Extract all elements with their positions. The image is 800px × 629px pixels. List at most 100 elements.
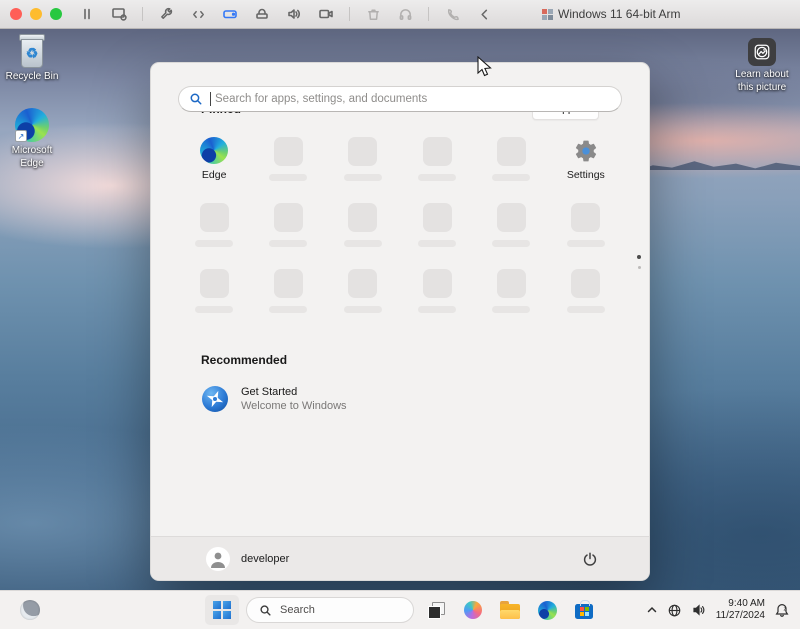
placeholder-label-bar: [195, 306, 233, 313]
headphones-icon[interactable]: [396, 5, 414, 23]
placeholder-label-bar: [344, 306, 382, 313]
pinned-app-placeholder[interactable]: [326, 269, 400, 313]
placeholder-label-bar: [492, 240, 530, 247]
desktop-icon-recycle-bin[interactable]: ♻ Recycle Bin: [0, 34, 64, 84]
pinned-app-placeholder[interactable]: [326, 137, 400, 181]
start-menu-footer: developer: [151, 536, 649, 580]
placeholder-label-bar: [567, 240, 605, 247]
pinned-app-placeholder[interactable]: [251, 137, 325, 181]
network-globe-icon[interactable]: [667, 603, 682, 618]
pinned-app-settings[interactable]: Settings: [549, 137, 623, 181]
start-button[interactable]: [205, 595, 239, 625]
placeholder-tile-icon: [348, 137, 377, 166]
snapshots-icon[interactable]: [110, 5, 128, 23]
toolbar-divider: [349, 7, 350, 21]
start-search-input[interactable]: [213, 92, 611, 106]
placeholder-tile-icon: [571, 269, 600, 298]
user-profile-button[interactable]: developer: [206, 547, 289, 571]
placeholder-tile-icon: [274, 137, 303, 166]
pinned-app-placeholder[interactable]: [326, 203, 400, 247]
pinned-app-label: Settings: [567, 169, 605, 181]
search-icon: [189, 92, 203, 106]
tray-time: 9:40 AM: [716, 598, 765, 611]
recommended-section-title: Recommended: [201, 353, 287, 367]
task-view-button[interactable]: [421, 595, 451, 625]
zoom-window-button[interactable]: [50, 8, 62, 20]
get-started-icon: [201, 385, 229, 413]
pinned-app-placeholder[interactable]: [400, 137, 474, 181]
settings-gear-icon: [573, 138, 599, 164]
edge-icon: [538, 601, 557, 620]
copilot-button[interactable]: [458, 595, 488, 625]
windows-logo-icon: [213, 601, 231, 619]
phone-icon[interactable]: [443, 5, 461, 23]
pinned-app-placeholder[interactable]: [400, 203, 474, 247]
placeholder-tile-icon: [423, 269, 452, 298]
start-search-box[interactable]: [178, 86, 622, 112]
start-menu: Pinned All apps › EdgeSettings Recommend…: [150, 62, 650, 581]
pause-vm-icon[interactable]: [78, 5, 96, 23]
taskbar-search-label: Search: [280, 604, 315, 616]
pinned-app-placeholder[interactable]: [177, 203, 251, 247]
svg-text:z: z: [784, 606, 787, 612]
minimize-window-button[interactable]: [30, 8, 42, 20]
settings-wrench-icon[interactable]: [157, 5, 175, 23]
pinned-app-placeholder[interactable]: [474, 137, 548, 181]
hard-disk-icon[interactable]: [221, 5, 239, 23]
placeholder-label-bar: [269, 174, 307, 181]
pinned-app-placeholder[interactable]: [474, 269, 548, 313]
file-explorer-button[interactable]: [495, 595, 525, 625]
recommended-item-get-started[interactable]: Get Started Welcome to Windows: [201, 385, 599, 413]
collapse-toolbar-icon[interactable]: [475, 5, 493, 23]
pinned-app-placeholder[interactable]: [474, 203, 548, 247]
tray-clock[interactable]: 9:40 AM 11/27/2024: [716, 598, 765, 623]
notification-bell-icon[interactable]: z: [774, 602, 790, 618]
desktop-icon-learn-about-picture[interactable]: Learn about this picture: [730, 38, 794, 94]
page-dot-active[interactable]: [637, 255, 641, 259]
volume-icon[interactable]: [691, 602, 707, 618]
placeholder-label-bar: [492, 174, 530, 181]
power-button[interactable]: [577, 546, 603, 572]
tray-chevron-up-icon[interactable]: [646, 604, 658, 616]
camera-icon[interactable]: [317, 5, 335, 23]
placeholder-tile-icon: [348, 269, 377, 298]
pinned-app-placeholder[interactable]: [251, 269, 325, 313]
desktop-icon-microsoft-edge[interactable]: ↗ Microsoft Edge: [0, 108, 64, 170]
task-view-icon: [428, 602, 445, 619]
desktop-icon-label: Microsoft Edge: [0, 145, 64, 170]
code-console-icon[interactable]: [189, 5, 207, 23]
placeholder-label-bar: [418, 174, 456, 181]
pinned-app-placeholder[interactable]: [549, 203, 623, 247]
placeholder-label-bar: [418, 306, 456, 313]
taskbar-search-box[interactable]: Search: [246, 597, 414, 623]
placeholder-label-bar: [344, 240, 382, 247]
pinned-pagination[interactable]: [637, 255, 641, 269]
sound-icon[interactable]: [285, 5, 303, 23]
picture-info-icon: [748, 38, 776, 66]
desktop-icon-label: Learn about this picture: [730, 69, 794, 94]
pinned-app-edge[interactable]: Edge: [177, 137, 251, 181]
placeholder-tile-icon: [200, 269, 229, 298]
pinned-app-placeholder[interactable]: [549, 269, 623, 313]
wallpaper-mountains: [640, 154, 800, 170]
trash-icon[interactable]: [364, 5, 382, 23]
placeholder-label-bar: [418, 240, 456, 247]
close-window-button[interactable]: [10, 8, 22, 20]
shortcut-arrow-icon: ↗: [15, 130, 27, 142]
pinned-app-placeholder[interactable]: [251, 203, 325, 247]
placeholder-tile-icon: [274, 203, 303, 232]
microsoft-store-icon: [575, 604, 593, 619]
placeholder-tile-icon: [571, 203, 600, 232]
usb-device-icon[interactable]: [253, 5, 271, 23]
pinned-app-placeholder[interactable]: [400, 269, 474, 313]
placeholder-label-bar: [269, 240, 307, 247]
widgets-button[interactable]: [18, 598, 42, 622]
microsoft-store-button[interactable]: [569, 595, 599, 625]
page-dot[interactable]: [638, 266, 641, 269]
placeholder-tile-icon: [497, 203, 526, 232]
pinned-app-placeholder[interactable]: [177, 269, 251, 313]
edge-taskbar-button[interactable]: [532, 595, 562, 625]
placeholder-tile-icon: [423, 203, 452, 232]
placeholder-tile-icon: [497, 137, 526, 166]
vm-window: Windows 11 64-bit Arm ♻ Recycle Bin ↗ Mi…: [0, 0, 800, 629]
